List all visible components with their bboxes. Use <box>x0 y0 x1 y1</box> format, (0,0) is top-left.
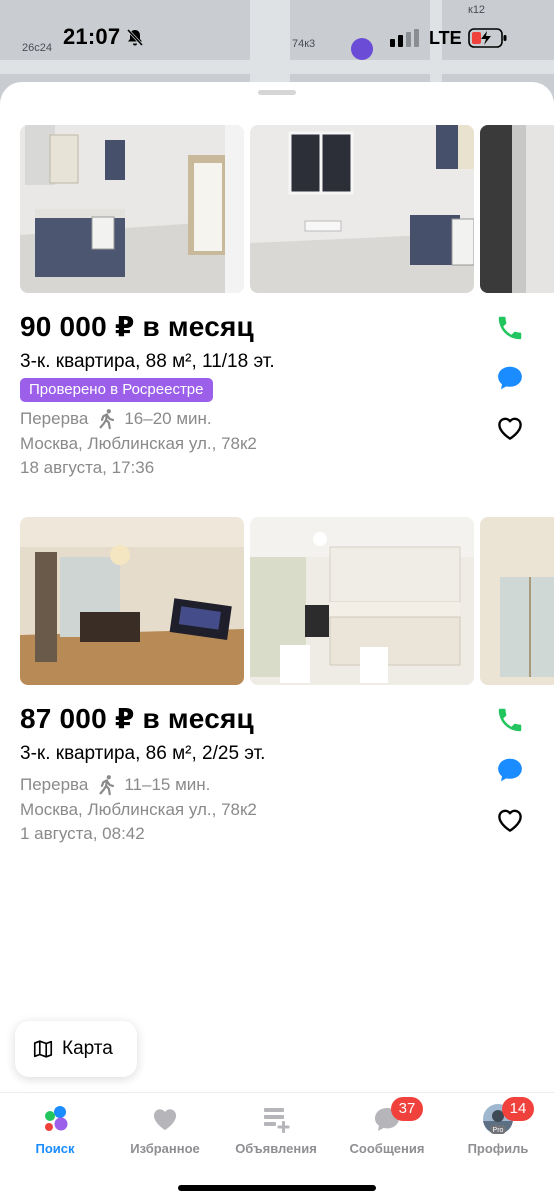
metro-station: Перерва <box>20 409 89 428</box>
verified-badge: Проверено в Росреестре <box>20 378 213 402</box>
signal-icon <box>390 29 419 47</box>
listing-address: Москва, Люблинская ул., 78к2 <box>20 434 257 453</box>
sheet-grabber[interactable] <box>258 90 296 95</box>
listing-address: Москва, Люблинская ул., 78к2 <box>20 800 257 819</box>
phone-icon[interactable] <box>495 313 525 343</box>
network-type: LTE <box>429 28 462 48</box>
listing-date: 1 августа, 08:42 <box>20 824 145 843</box>
listing-subtitle[interactable]: 3-к. квартира, 88 м², 11/18 эт. <box>20 351 275 373</box>
pro-tag: Pro <box>493 1127 504 1134</box>
map-label: к12 <box>468 4 486 16</box>
tab-messages[interactable]: 37 Сообщения <box>332 1097 442 1156</box>
photo-carousel[interactable] <box>20 517 554 685</box>
listing-date: 18 августа, 17:36 <box>20 458 155 477</box>
tab-label: Поиск <box>35 1141 75 1156</box>
tab-favorites[interactable]: Избранное <box>110 1103 220 1156</box>
tab-label: Сообщения <box>349 1141 425 1156</box>
chat-icon[interactable] <box>495 363 525 393</box>
map-icon <box>33 1040 53 1058</box>
search-dots-icon <box>45 1106 68 1131</box>
avatar: Pro 14 <box>482 1097 534 1135</box>
map-button[interactable]: Карта <box>15 1021 137 1077</box>
listing-metro: Перерва 11–15 мин. <box>20 774 210 796</box>
tab-label: Профиль <box>467 1141 529 1156</box>
map-label: 74к3 <box>292 38 316 50</box>
listing-photo[interactable] <box>20 125 244 293</box>
tab-bar: Поиск Избранное Объявления 37 Сообщения <box>0 1092 554 1200</box>
tab-search[interactable]: Поиск <box>0 1103 110 1156</box>
listing-metro: Перерва 16–20 мин. <box>20 408 212 430</box>
status-time: 21:07 <box>63 24 121 49</box>
chat-icon-wrap: 37 <box>371 1097 423 1135</box>
favorite-heart-icon[interactable] <box>495 413 525 443</box>
walk-time: 11–15 мин. <box>124 775 211 794</box>
listing-photo[interactable] <box>480 517 554 685</box>
battery-charging-icon <box>468 28 507 48</box>
listing-subtitle[interactable]: 3-к. квартира, 86 м², 2/25 эт. <box>20 743 265 765</box>
map-label: 26с24 <box>22 42 52 54</box>
bell-slash-icon <box>126 28 144 47</box>
photo-carousel[interactable] <box>20 125 554 293</box>
ads-add-icon <box>264 1108 290 1133</box>
walk-icon <box>99 775 115 796</box>
favorite-heart-icon[interactable] <box>495 805 525 835</box>
chat-icon[interactable] <box>495 755 525 785</box>
phone-icon[interactable] <box>495 705 525 735</box>
tab-label: Объявления <box>235 1141 317 1156</box>
listing-photo[interactable] <box>250 517 474 685</box>
listing-photo[interactable] <box>250 125 474 293</box>
home-indicator[interactable] <box>178 1185 376 1191</box>
listing-price[interactable]: 90 000 ₽ в месяц <box>20 310 254 343</box>
listing-photo[interactable] <box>480 125 554 293</box>
metro-station: Перерва <box>20 775 89 794</box>
map-button-label: Карта <box>62 1038 113 1059</box>
tab-profile[interactable]: Pro 14 Профиль <box>443 1097 553 1156</box>
walk-time: 16–20 мин. <box>124 409 212 428</box>
tab-ads[interactable]: Объявления <box>221 1103 331 1156</box>
tab-label: Избранное <box>130 1141 200 1156</box>
heart-icon <box>153 1109 177 1130</box>
messages-badge: 37 <box>391 1097 423 1121</box>
map-marker <box>351 38 373 60</box>
listing-photo[interactable] <box>20 517 244 685</box>
profile-badge: 14 <box>502 1097 534 1121</box>
walk-icon <box>99 409 115 430</box>
listing-price[interactable]: 87 000 ₽ в месяц <box>20 702 254 735</box>
